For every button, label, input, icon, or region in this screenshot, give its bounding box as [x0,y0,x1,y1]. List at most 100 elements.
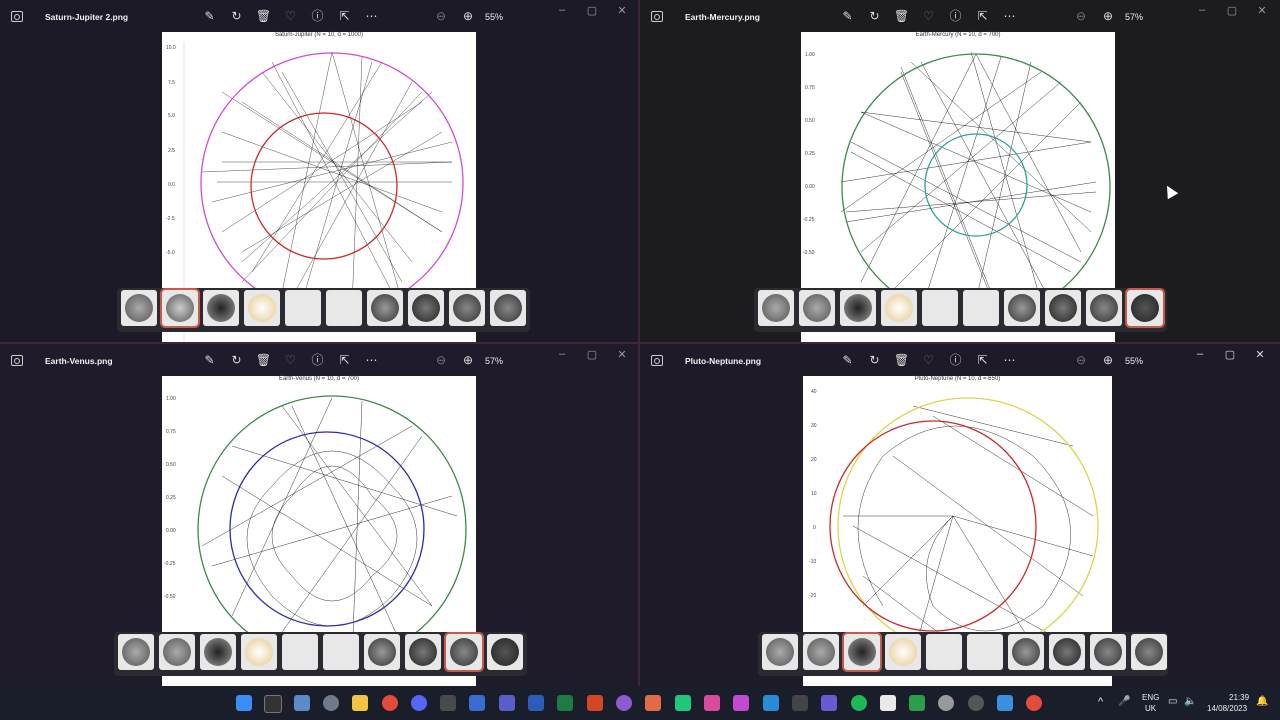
teams-icon[interactable] [499,695,515,711]
network-icon[interactable]: ▭ [1168,696,1177,707]
more-icon[interactable]: ⋯ [996,8,1023,24]
pycharm-icon[interactable] [675,695,691,711]
edit-icon[interactable]: ✎ [834,352,861,368]
info-icon[interactable]: ⓘ [942,8,969,24]
info-icon[interactable]: ⓘ [942,352,969,368]
steam-icon[interactable] [968,695,984,711]
thumbnail[interactable] [241,634,277,670]
thumbnail[interactable] [885,634,921,670]
close-button[interactable]: ✕ [610,4,634,20]
calculator-icon[interactable] [440,695,456,711]
powerpoint-icon[interactable] [587,695,603,711]
file-explorer-icon[interactable] [352,695,368,711]
share-icon[interactable]: ⇱ [969,8,996,24]
vscode-icon[interactable] [763,695,779,711]
thumbnail[interactable] [159,634,195,670]
zoom-out-icon[interactable]: ⊖ [432,8,450,24]
zoom-in-icon[interactable]: ⊕ [1099,8,1117,24]
edit-icon[interactable]: ✎ [196,352,223,368]
thumbnail[interactable] [200,634,236,670]
thumbnail[interactable] [1049,634,1085,670]
thumbnail-selected[interactable] [444,632,484,672]
thumbnail[interactable] [762,634,798,670]
spotify-icon[interactable] [851,695,867,711]
favorite-icon[interactable]: ♡ [915,352,942,368]
favorite-icon[interactable]: ♡ [915,8,942,24]
zoom-out-icon[interactable]: ⊖ [432,352,450,368]
microphone-icon[interactable]: 🎤 [1118,696,1130,707]
favorite-icon[interactable]: ♡ [277,352,304,368]
language-indicator[interactable]: ENG [1142,693,1159,702]
notion-icon[interactable] [880,695,896,711]
thumbnail[interactable] [323,634,359,670]
share-icon[interactable]: ⇱ [331,8,358,24]
thumbnail[interactable] [121,290,157,326]
delete-icon[interactable]: 🗑 [250,8,277,24]
thumbnail[interactable] [758,290,794,326]
app-icon[interactable] [821,695,837,711]
minimize-button[interactable]: – [1190,4,1214,20]
github-icon[interactable] [616,695,632,711]
chevron-up-icon[interactable]: ^ [1098,696,1103,708]
rotate-icon[interactable]: ↻ [223,352,250,368]
thumbnail[interactable] [1008,634,1044,670]
app-icon[interactable] [909,695,925,711]
notification-icon[interactable]: 🔔 [1256,696,1268,707]
close-button[interactable]: ✕ [1248,348,1272,364]
thumbnail[interactable] [803,634,839,670]
word-icon[interactable] [528,695,544,711]
clock-date[interactable]: 14/08/2023 [1207,704,1247,713]
maps-icon[interactable] [997,695,1013,711]
volume-icon[interactable]: 🔈 [1184,696,1196,707]
minimize-button[interactable]: – [1188,348,1212,364]
more-icon[interactable]: ⋯ [358,8,385,24]
thumbnail[interactable] [1045,290,1081,326]
close-button[interactable]: ✕ [610,348,634,364]
thumbnail[interactable] [922,290,958,326]
close-button[interactable]: ✕ [1250,4,1274,20]
thumbnail[interactable] [840,290,876,326]
delete-icon[interactable]: 🗑 [250,352,277,368]
rider-icon[interactable] [704,695,720,711]
minimize-button[interactable]: – [550,348,574,364]
thumbnail-selected[interactable] [160,288,200,328]
clock-time[interactable]: 21:39 [1229,693,1249,702]
thumbnail[interactable] [118,634,154,670]
thumbnail[interactable] [285,290,321,326]
thumbnail[interactable] [282,634,318,670]
thumbnail[interactable] [1086,290,1122,326]
share-icon[interactable]: ⇱ [331,352,358,368]
thumbnail[interactable] [490,290,526,326]
edit-icon[interactable]: ✎ [834,8,861,24]
thumbnail[interactable] [1131,634,1167,670]
share-icon[interactable]: ⇱ [969,352,996,368]
delete-icon[interactable]: 🗑 [888,352,915,368]
zoom-in-icon[interactable]: ⊕ [459,352,477,368]
rotate-icon[interactable]: ↻ [861,352,888,368]
thumbnail[interactable] [405,634,441,670]
thumbnail[interactable] [487,634,523,670]
start-icon[interactable] [236,695,252,711]
thumbnail[interactable] [449,290,485,326]
thumbnail-selected[interactable] [1125,288,1165,328]
chrome-icon[interactable] [1026,695,1042,711]
thumbnail[interactable] [881,290,917,326]
thumbnail[interactable] [1090,634,1126,670]
thumbnail[interactable] [967,634,1003,670]
thumbnail[interactable] [926,634,962,670]
zoom-in-icon[interactable]: ⊕ [1099,352,1117,368]
thumbnail[interactable] [963,290,999,326]
git-icon[interactable] [645,695,661,711]
maximize-button[interactable]: ▢ [1218,348,1242,364]
thumbnail[interactable] [244,290,280,326]
zoom-out-icon[interactable]: ⊖ [1072,8,1090,24]
thumbnail-selected[interactable] [842,632,882,672]
thumbnail[interactable] [367,290,403,326]
discord-icon[interactable] [411,695,427,711]
rotate-icon[interactable]: ↻ [223,8,250,24]
excel-icon[interactable] [557,695,573,711]
favorite-icon[interactable]: ♡ [277,8,304,24]
more-icon[interactable]: ⋯ [996,352,1023,368]
maximize-button[interactable]: ▢ [1220,4,1244,20]
edit-icon[interactable]: ✎ [196,8,223,24]
